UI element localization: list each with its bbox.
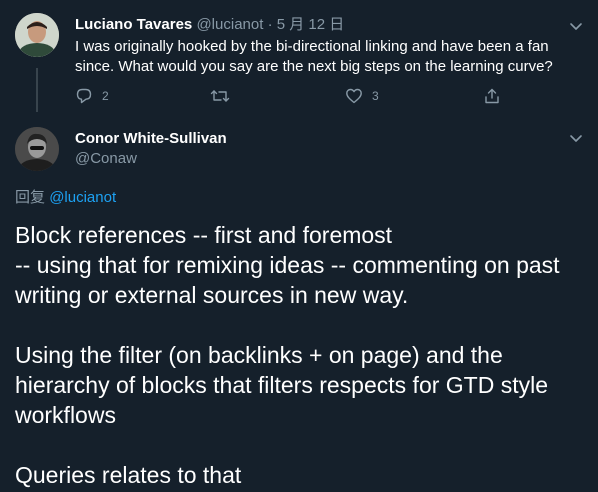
reply-icon [76,88,92,104]
heart-icon [346,88,362,104]
avatar-luciano[interactable] [15,13,59,57]
retweet-icon [210,90,230,102]
reply-button[interactable]: 2 [75,86,109,106]
like-count: 3 [372,89,379,103]
chevron-down-icon[interactable] [568,130,584,146]
reply-prefix: 回复 [15,189,46,206]
like-button[interactable]: 3 [345,86,379,106]
author-handle[interactable]: @lucianot [196,16,263,33]
tweet-line: Queries relates to that [15,462,242,488]
tweet1-text: I was originally hooked by the bi-direct… [75,38,553,75]
tweet-line: Using the filter (on backlinks + on page… [15,342,549,428]
tweet1-actions: 2 3 [75,86,505,106]
author-handle[interactable]: @Conaw [75,149,137,169]
share-button[interactable] [483,86,501,106]
avatar-conor[interactable] [15,127,59,171]
tweet2-text: Block references -- first and foremost -… [15,220,590,490]
chevron-down-icon[interactable] [568,18,584,34]
author-name[interactable]: Conor White-Sullivan [75,129,227,149]
tweet-line: Block references -- first and foremost [15,222,393,248]
reply-mention-link[interactable]: @lucianot [49,189,116,206]
replying-to: 回复 @lucianot [15,188,116,208]
retweet-button[interactable] [210,86,239,106]
tweet-date[interactable]: 5 月 12 日 [277,16,345,33]
thread-line [36,68,38,112]
share-icon [485,88,499,104]
tweet-line: -- using that for remixing ideas -- comm… [15,252,560,308]
reply-count: 2 [102,89,109,103]
author-name[interactable]: Luciano Tavares [75,16,192,33]
separator: · [267,16,273,33]
tweet1-header: Luciano Tavares @lucianot · 5 月 12 日 [75,15,344,35]
